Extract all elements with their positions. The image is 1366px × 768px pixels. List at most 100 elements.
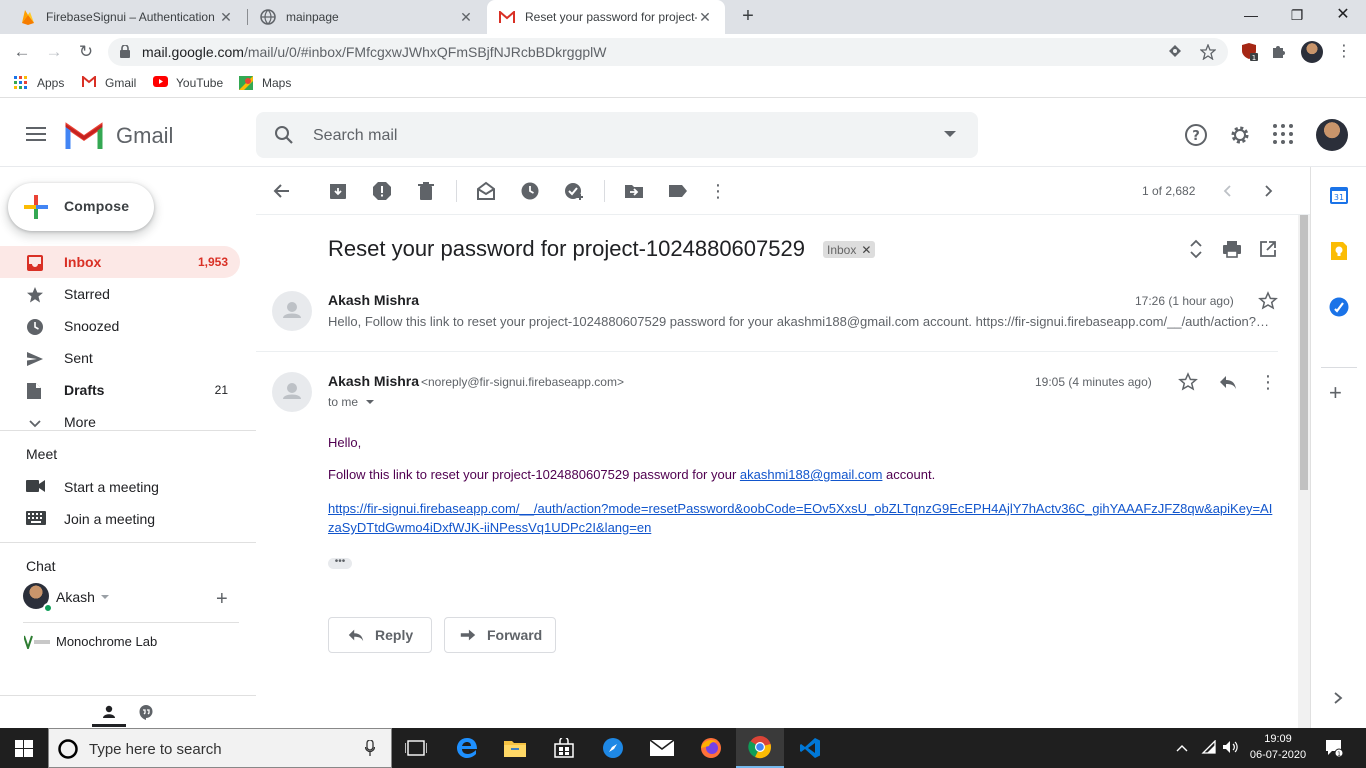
action-center-icon[interactable]: 1: [1325, 739, 1344, 760]
add-task-icon[interactable]: [564, 181, 584, 201]
forward-icon[interactable]: →: [42, 40, 66, 64]
hangouts-icon[interactable]: [138, 704, 154, 723]
bookmark-star-icon[interactable]: [1199, 43, 1217, 61]
close-icon[interactable]: ✕: [458, 9, 474, 26]
taskbar-search-input[interactable]: Type here to search: [48, 728, 392, 768]
new-tab-icon[interactable]: +: [737, 5, 759, 27]
snooze-icon[interactable]: [520, 181, 540, 201]
sender-avatar[interactable]: [272, 291, 312, 331]
open-in-new-window-icon[interactable]: [1258, 239, 1278, 259]
minimize-icon[interactable]: —: [1228, 0, 1274, 30]
sidebar-item-inbox[interactable]: Inbox 1,953: [0, 246, 240, 278]
email-address-link[interactable]: akashmi188@gmail.com: [740, 467, 883, 482]
reply-button[interactable]: Reply: [328, 617, 432, 653]
recipient-details[interactable]: to me: [328, 395, 375, 409]
help-icon[interactable]: ?: [1184, 123, 1208, 147]
chrome-taskbar-icon[interactable]: [736, 728, 784, 768]
puzzle-extensions-icon[interactable]: [1270, 42, 1290, 62]
reset-password-link[interactable]: https://fir-signui.firebaseapp.com/__/au…: [328, 499, 1273, 537]
collapsed-sender-name[interactable]: Akash Mishra: [328, 292, 419, 308]
vscode-icon[interactable]: [786, 728, 834, 768]
taskbar-clock-date[interactable]: 06-07-2020: [1244, 749, 1312, 761]
cast-icon[interactable]: [1168, 44, 1184, 60]
expand-all-icon[interactable]: [1186, 239, 1206, 259]
search-icon[interactable]: [274, 125, 294, 148]
remove-label-icon[interactable]: ✕: [861, 243, 871, 257]
sidebar-item-snoozed[interactable]: Snoozed: [0, 310, 240, 342]
account-avatar[interactable]: [1316, 119, 1348, 151]
report-spam-icon[interactable]: [372, 181, 392, 201]
tab-mainpage[interactable]: mainpage ✕: [248, 0, 486, 34]
windows-start-icon[interactable]: [15, 740, 33, 760]
edge-icon[interactable]: [443, 728, 491, 768]
older-icon[interactable]: [1258, 181, 1278, 201]
keep-icon[interactable]: [1329, 241, 1349, 264]
hide-side-panel-icon[interactable]: [1333, 691, 1343, 708]
sender-name[interactable]: Akash Mishra: [328, 373, 419, 389]
compose-button[interactable]: Compose: [8, 183, 154, 231]
search-input[interactable]: Search mail: [256, 112, 978, 158]
sender-avatar[interactable]: [272, 372, 312, 412]
address-bar[interactable]: mail.google.com/mail/u/0/#inbox/FMfcgxwJ…: [108, 38, 1228, 66]
collapsed-message-snippet[interactable]: Hello, Follow this link to reset your pr…: [328, 314, 1278, 329]
volume-icon[interactable]: [1222, 740, 1238, 757]
reply-icon[interactable]: [1218, 372, 1238, 392]
print-icon[interactable]: [1222, 239, 1242, 259]
message-more-icon[interactable]: ⋮: [1258, 372, 1278, 392]
start-meeting-button[interactable]: Start a meeting: [26, 479, 159, 495]
sidebar-item-sent[interactable]: Sent: [0, 342, 240, 374]
join-meeting-button[interactable]: Join a meeting: [26, 511, 155, 527]
reload-icon[interactable]: ↻: [74, 40, 98, 64]
message-scrollbar[interactable]: [1298, 215, 1310, 728]
tab-reset-password[interactable]: Reset your password for project- ✕: [487, 0, 725, 34]
newer-icon[interactable]: [1218, 181, 1238, 201]
gear-icon[interactable]: [1228, 123, 1252, 147]
bookmark-gmail[interactable]: Gmail: [82, 74, 136, 90]
mail-app-icon[interactable]: [638, 728, 686, 768]
taskbar-clock-time[interactable]: 19:09: [1248, 733, 1308, 745]
label-icon[interactable]: [668, 181, 688, 201]
show-hidden-icons-icon[interactable]: [1176, 741, 1188, 756]
task-view-icon[interactable]: [392, 728, 440, 768]
firefox-icon[interactable]: [687, 728, 735, 768]
gmail-logo[interactable]: [65, 121, 103, 152]
tasks-icon[interactable]: [1329, 297, 1349, 320]
contacts-tab[interactable]: [92, 696, 126, 727]
microsoft-store-icon[interactable]: [540, 728, 588, 768]
get-addons-icon[interactable]: +: [1329, 382, 1342, 404]
file-explorer-icon[interactable]: [491, 728, 539, 768]
show-trimmed-content-button[interactable]: •••: [328, 557, 352, 569]
bookmark-maps[interactable]: Maps: [239, 76, 291, 90]
forward-button[interactable]: Forward: [444, 617, 556, 653]
microphone-icon[interactable]: [364, 739, 376, 759]
close-icon[interactable]: ✕: [697, 9, 713, 26]
sidebar-item-more[interactable]: More: [0, 406, 240, 438]
star-icon[interactable]: [1178, 372, 1198, 392]
chat-user-name[interactable]: Akash: [56, 589, 109, 605]
wifi-icon[interactable]: [1201, 739, 1217, 757]
archive-icon[interactable]: [328, 181, 348, 201]
close-window-icon[interactable]: ✕: [1320, 0, 1366, 30]
move-to-icon[interactable]: [624, 181, 644, 201]
sidebar-item-drafts[interactable]: Drafts 21: [0, 374, 240, 406]
mark-unread-icon[interactable]: [476, 181, 496, 201]
chrome-profile-avatar[interactable]: [1301, 41, 1323, 63]
delete-icon[interactable]: [416, 181, 436, 201]
sidebar-item-starred[interactable]: Starred: [0, 278, 240, 310]
google-apps-icon[interactable]: [1272, 123, 1296, 147]
main-menu-icon[interactable]: [26, 127, 46, 145]
back-icon[interactable]: ←: [10, 40, 34, 64]
extension-shield-icon[interactable]: 1: [1240, 42, 1260, 62]
tab-firebase[interactable]: FirebaseSignui – Authentication ✕: [8, 0, 246, 34]
safari-compass-icon[interactable]: [589, 728, 637, 768]
search-options-icon[interactable]: [944, 131, 956, 137]
bookmark-apps[interactable]: Apps: [14, 76, 64, 90]
bookmark-youtube[interactable]: YouTube: [153, 76, 223, 90]
calendar-icon[interactable]: 31: [1329, 185, 1349, 208]
chat-room-monochrome-lab[interactable]: Monochrome Lab: [23, 634, 157, 651]
star-icon[interactable]: [1258, 291, 1278, 311]
inbox-label-chip[interactable]: Inbox ✕: [823, 241, 876, 258]
add-chat-icon[interactable]: +: [216, 588, 228, 611]
more-options-icon[interactable]: ⋮: [708, 181, 728, 201]
chrome-menu-icon[interactable]: ⋮: [1334, 42, 1354, 62]
